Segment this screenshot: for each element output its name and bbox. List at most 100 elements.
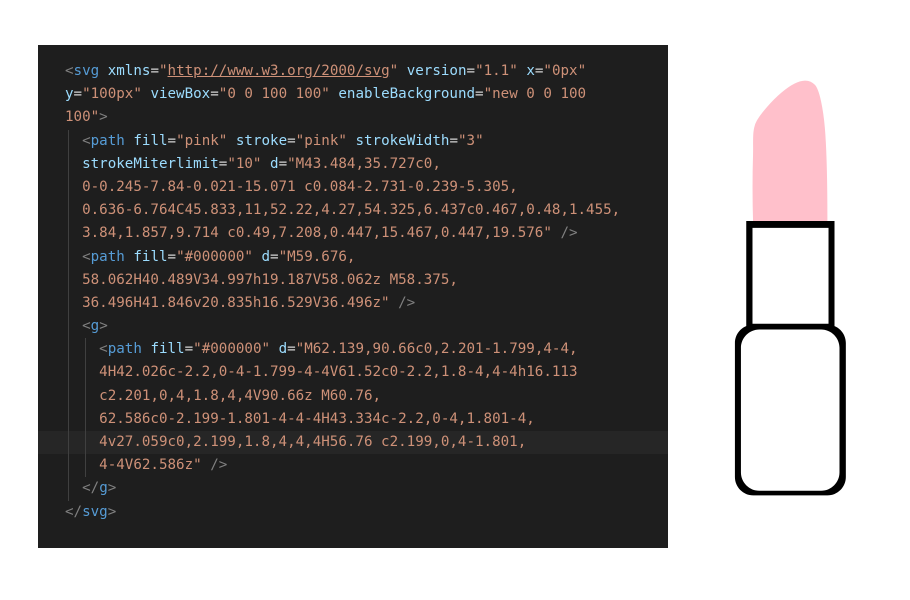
code-token: = [278, 155, 288, 172]
lipstick-icon [734, 80, 846, 496]
code-token: 58.062H40.489V34.997h19.187V58.062z M58.… [82, 271, 458, 288]
code-line[interactable]: strokeMiterlimit="10" d="M43.484,35.727c… [65, 152, 668, 176]
indent-guide [68, 384, 69, 408]
code-token: " [158, 63, 168, 79]
code-line[interactable]: 62.586c0-2.199-1.801-4-4-4H43.334c-2.2,0… [65, 407, 668, 431]
code-line[interactable]: </svg> [65, 501, 668, 524]
code-line[interactable]: <path fill="pink" stroke="pink" strokeWi… [65, 129, 668, 153]
code-token: /> [398, 294, 416, 311]
code-token: http://www.w3.org/2000/svg [167, 63, 390, 79]
code-line[interactable]: 58.062H40.489V34.997h19.187V58.062z M58.… [65, 268, 668, 292]
code-token: = [184, 341, 194, 358]
indent-guide [68, 315, 69, 339]
code-token: svg [82, 503, 108, 520]
code-token: </ [82, 480, 100, 497]
code-line[interactable]: 36.496H41.846v20.835h16.529V36.496z" /> [65, 291, 668, 316]
code-token: path [107, 341, 142, 358]
code-token: x [526, 63, 535, 79]
code-token: g [99, 480, 108, 497]
code-token: "100px" [82, 86, 142, 103]
code-token: 4v27.059c0,2.199,1.8,4,4,4H56.76 c2.199,… [99, 434, 527, 450]
code-token: "pink" [176, 132, 228, 149]
code-token: version [406, 63, 467, 79]
code-token: y [65, 86, 74, 103]
code-token: 4-4V62.586z" [99, 457, 202, 474]
code-token: = [167, 248, 177, 265]
code-line[interactable]: 4v27.059c0,2.199,1.8,4,4,4H56.76 c2.199,… [38, 431, 668, 455]
code-line[interactable]: y="100px" viewBox="0 0 100 100" enableBa… [65, 83, 668, 106]
code-token: > [107, 480, 117, 497]
code-token: /> [210, 457, 228, 474]
code-line[interactable]: 0-0.245-7.84-0.021-15.071 c0.084-2.731-0… [65, 175, 668, 200]
code-token: < [82, 132, 91, 149]
code-token: path [90, 132, 125, 149]
code-line[interactable]: </g> [65, 477, 668, 501]
indent-guide [68, 152, 69, 176]
code-token: fill [150, 341, 185, 358]
code-token: = [287, 341, 296, 358]
code-line[interactable]: c2.201,0,4,1.8,4,4V90.66z M60.76, [65, 384, 668, 408]
code-token: "new 0 0 100 [483, 86, 587, 103]
code-line[interactable]: <svg xmlns="http://www.w3.org/2000/svg" … [65, 60, 668, 83]
code-token: viewBox [150, 86, 211, 103]
code-line[interactable]: <path fill="#000000" d="M62.139,90.66c0,… [65, 338, 668, 362]
code-line[interactable]: 4-4V62.586z" /> [65, 454, 668, 478]
code-token: "1.1" [475, 63, 518, 79]
code-token: "M62.139,90.66c0,2.201-1.799,4-4, [295, 341, 578, 358]
code-token: stroke [235, 132, 288, 149]
code-token: < [65, 63, 74, 79]
indent-guide [68, 431, 69, 455]
code-line[interactable]: 3.84,1.857,9.714 c0.49,7.208,0.447,15.46… [65, 222, 668, 246]
code-token: path [90, 248, 125, 265]
code-token: = [167, 132, 177, 149]
indent-guide [85, 338, 87, 362]
indent-guide [68, 407, 69, 431]
code-line[interactable]: 100"> [65, 106, 668, 129]
indent-guide [68, 291, 69, 316]
indent-guide [68, 129, 69, 153]
code-token: 36.496H41.846v20.835h16.529V36.496z" [82, 294, 390, 311]
indent-guide [68, 222, 69, 246]
indent-guide [68, 245, 69, 269]
code-token: "10" [227, 155, 262, 172]
indent-guide [68, 199, 69, 223]
code-token: 0.636-6.764C45.833,11,52.22,4.27,54.325,… [82, 202, 621, 219]
code-token: "0 0 100 100" [218, 86, 330, 103]
lipstick-collar [746, 220, 835, 328]
code-editor[interactable]: <svg xmlns="http://www.w3.org/2000/svg" … [38, 45, 668, 548]
code-token: = [210, 86, 219, 103]
code-token: "M59.676, [278, 248, 356, 265]
code-line[interactable]: 0.636-6.764C45.833,11,52.22,4.27,54.325,… [65, 199, 668, 223]
indent-guide [68, 338, 69, 362]
code-token: d [261, 248, 271, 265]
code-token: g [90, 318, 100, 335]
code-token: > [99, 318, 108, 335]
lipstick-bullet [752, 80, 828, 225]
code-token: d [270, 155, 279, 172]
code-line[interactable]: <g> [65, 315, 668, 339]
indent-guide [68, 175, 69, 200]
code-token: "#000000" [176, 248, 253, 265]
code-line[interactable]: <path fill="#000000" d="M59.676, [65, 245, 668, 269]
indent-guide [85, 431, 87, 455]
code-token: > [99, 109, 108, 126]
code-line[interactable]: 4H42.026c-2.2,0-4-1.799-4-4V61.52c0-2.2,… [65, 361, 668, 385]
code-token: < [82, 248, 91, 265]
code-token: "3" [457, 132, 484, 149]
code-token: "#000000" [193, 341, 271, 358]
code-token: d [278, 341, 288, 358]
code-token: </ [65, 503, 83, 520]
code-token: = [73, 86, 83, 103]
code-token: = [449, 132, 458, 149]
